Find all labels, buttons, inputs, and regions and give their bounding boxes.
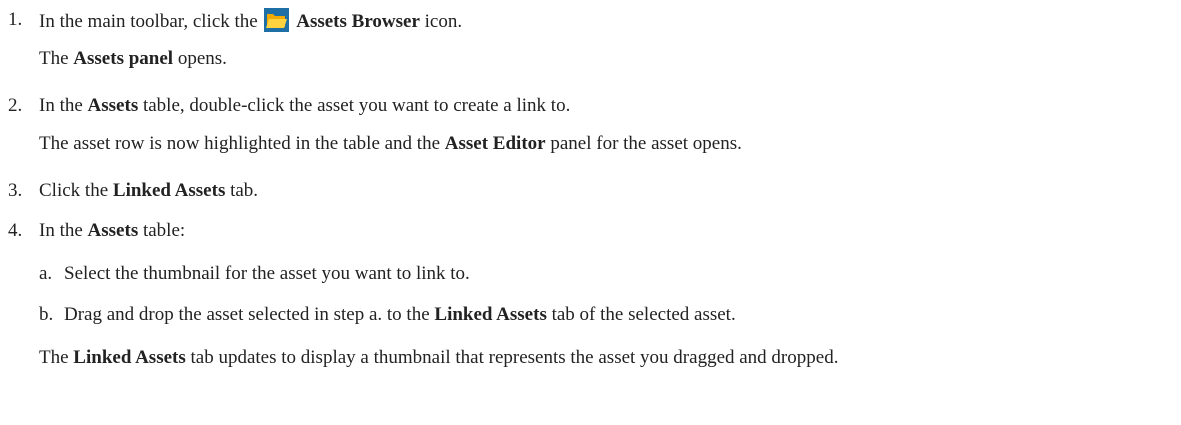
substep-b-text: Drag and drop the asset selected in step… xyxy=(64,303,736,327)
substep-b-post: tab of the selected asset. xyxy=(551,304,736,325)
substep-a-text: Select the thumbnail for the asset you w… xyxy=(64,263,470,284)
step-2-result-bold: Asset Editor xyxy=(444,133,546,154)
step-4-post: table: xyxy=(142,220,186,241)
step-1-result-bold: Assets panel xyxy=(73,48,174,69)
step-4-bold: Assets xyxy=(87,220,139,241)
step-1-result: The Assets panel opens. xyxy=(39,47,227,71)
step-3-pre: Click the xyxy=(39,180,109,201)
step-2-bold: Assets xyxy=(87,95,139,116)
step-number-3: 3. xyxy=(8,180,23,201)
step-number-2: 2. xyxy=(8,95,23,116)
step-4-result-post: tab updates to display a thumbnail that … xyxy=(190,347,839,368)
step-4-result-pre: The xyxy=(39,347,69,368)
step-2-pre: In the xyxy=(39,95,83,116)
step-1-post: icon. xyxy=(424,11,463,32)
instruction-list: 1. In the main toolbar, click the Assets… xyxy=(0,0,1181,425)
step-1-result-pre: The xyxy=(39,48,69,69)
step-2-result: The asset row is now highlighted in the … xyxy=(39,132,742,156)
step-number-1: 1. xyxy=(8,9,23,30)
step-4-result-bold: Linked Assets xyxy=(73,347,186,368)
step-4-result: The Linked Assets tab updates to display… xyxy=(39,346,838,370)
step-2-result-pre: The asset row is now highlighted in the … xyxy=(39,133,441,154)
substep-letter-b: b. xyxy=(39,304,54,325)
step-1-bold: Assets Browser xyxy=(296,11,420,32)
step-1-text: In the main toolbar, click the Assets Br… xyxy=(39,8,462,34)
step-2-text: In the Assets table, double-click the as… xyxy=(39,94,570,118)
step-3-bold: Linked Assets xyxy=(112,180,226,201)
step-2-result-post: panel for the asset opens. xyxy=(550,133,742,154)
step-1-result-post: opens. xyxy=(177,48,227,69)
step-3-post: tab. xyxy=(230,180,259,201)
step-4-text: In the Assets table: xyxy=(39,219,185,243)
substep-letter-a: a. xyxy=(39,263,53,284)
step-1-pre: In the main toolbar, click the xyxy=(39,11,258,32)
step-2-post: table, double-click the asset you want t… xyxy=(142,95,571,116)
substep-b-bold: Linked Assets xyxy=(434,304,547,325)
step-3-text: Click the Linked Assets tab. xyxy=(39,179,258,203)
folder-icon xyxy=(264,8,290,32)
substep-b-pre: Drag and drop the asset selected in step… xyxy=(64,304,430,325)
step-4-pre: In the xyxy=(39,220,83,241)
step-number-4: 4. xyxy=(8,220,23,241)
